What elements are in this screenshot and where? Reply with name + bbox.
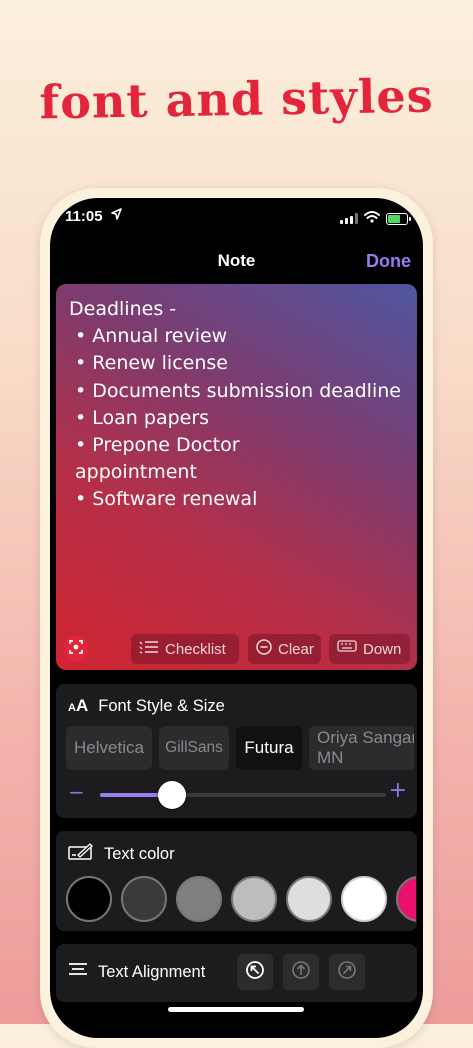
font-picker[interactable]: Helvetica GillSans Futura Oriya Sangam M… bbox=[66, 726, 414, 772]
clear-button[interactable]: Clear bbox=[248, 634, 321, 664]
align-top-right-icon bbox=[337, 960, 357, 984]
align-lines-icon bbox=[68, 962, 88, 983]
align-top-left-icon bbox=[245, 960, 265, 984]
font-panel-title: Font Style & Size bbox=[98, 696, 225, 715]
alignment-panel-title: Text Alignment bbox=[98, 963, 206, 981]
checklist-button[interactable]: Checklist bbox=[131, 634, 239, 664]
font-panel-header: AA Font Style & Size bbox=[68, 696, 225, 716]
done-button[interactable]: Done bbox=[366, 251, 411, 272]
color-swatch[interactable] bbox=[286, 876, 332, 922]
font-option-oriya-sangam[interactable]: Oriya Sangam MN bbox=[309, 726, 414, 770]
font-option-helvetica[interactable]: Helvetica bbox=[66, 726, 152, 770]
home-indicator bbox=[168, 1007, 304, 1012]
minus-circle-icon bbox=[256, 639, 272, 659]
color-swatches bbox=[66, 876, 416, 926]
color-pen-icon bbox=[68, 843, 94, 866]
status-bar: 11:05 bbox=[65, 208, 411, 228]
note-editor[interactable]: Deadlines - • Annual review • Renew lice… bbox=[56, 284, 417, 670]
wifi-icon bbox=[364, 210, 380, 227]
font-style-panel: AA Font Style & Size Helvetica GillSans … bbox=[56, 684, 417, 818]
font-option-gillsans[interactable]: GillSans bbox=[159, 726, 229, 770]
focus-icon bbox=[68, 639, 84, 659]
checklist-icon bbox=[139, 640, 159, 658]
cellular-signal-icon bbox=[340, 213, 358, 224]
checklist-label: Checklist bbox=[165, 640, 226, 658]
text-alignment-panel: Text Alignment bbox=[56, 944, 417, 1002]
align-top-left-button[interactable] bbox=[237, 954, 273, 990]
color-swatch[interactable] bbox=[396, 876, 416, 922]
color-swatch[interactable] bbox=[66, 876, 112, 922]
align-top-icon bbox=[291, 960, 311, 984]
increase-size-button[interactable]: + bbox=[389, 778, 407, 803]
focus-mode-button[interactable] bbox=[63, 636, 89, 662]
color-swatch[interactable] bbox=[176, 876, 222, 922]
text-color-panel: Text color bbox=[56, 831, 417, 931]
slider-knob[interactable] bbox=[157, 781, 186, 809]
clear-label: Clear bbox=[278, 640, 314, 658]
phone-screen: 11:05 Note Done Deadlines - • Annual rev… bbox=[50, 198, 423, 1038]
color-swatch[interactable] bbox=[121, 876, 167, 922]
keyboard-icon bbox=[337, 640, 357, 658]
alignment-panel-header: Text Alignment bbox=[68, 962, 205, 983]
font-size-icon: AA bbox=[68, 696, 89, 715]
font-size-slider[interactable] bbox=[100, 781, 386, 809]
color-panel-title: Text color bbox=[104, 845, 175, 863]
align-top-right-button[interactable] bbox=[329, 954, 365, 990]
headline: font and styles bbox=[38, 68, 435, 130]
color-swatch[interactable] bbox=[341, 876, 387, 922]
down-label: Down bbox=[363, 640, 402, 658]
align-top-button[interactable] bbox=[283, 954, 319, 990]
color-panel-header: Text color bbox=[68, 843, 175, 866]
battery-charging-icon bbox=[386, 212, 411, 225]
font-option-futura[interactable]: Futura bbox=[236, 726, 302, 770]
decrease-size-button[interactable]: − bbox=[68, 780, 85, 804]
note-text[interactable]: Deadlines - • Annual review • Renew lice… bbox=[69, 296, 407, 514]
keyboard-down-button[interactable]: Down bbox=[329, 634, 410, 664]
status-time: 11:05 bbox=[65, 208, 103, 225]
location-arrow-icon bbox=[111, 208, 122, 223]
color-swatch[interactable] bbox=[231, 876, 277, 922]
